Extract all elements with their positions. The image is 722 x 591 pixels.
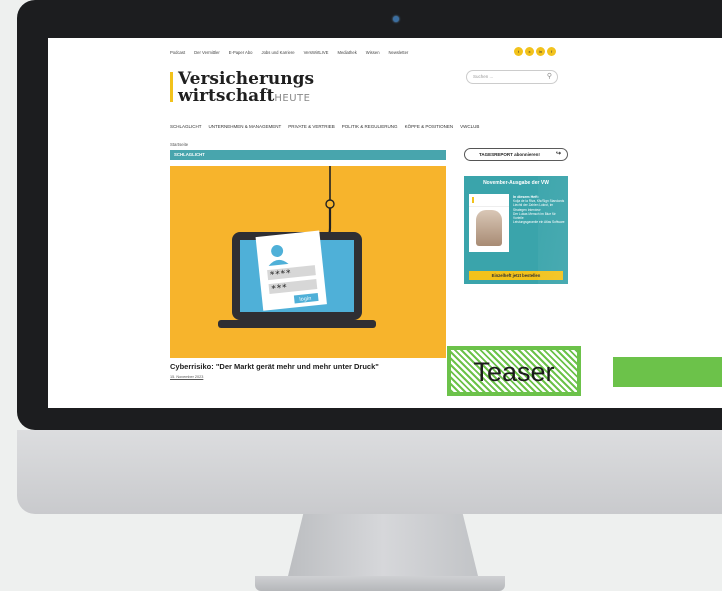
magazine-promo[interactable]: November-Ausgabe der VW In diesem Heft: … — [464, 176, 568, 284]
logo-line-2: wirtschaftHEUTE — [178, 86, 311, 106]
teaser-annotation: Teaser — [447, 346, 581, 396]
login-card: **** *** login — [255, 230, 327, 311]
login-button-label: login — [299, 296, 312, 303]
password-mask-2: *** — [271, 283, 288, 295]
search-icon[interactable]: ⚲ — [547, 72, 552, 80]
magazine-masthead — [469, 194, 509, 207]
promo-line: Leistungsgarantie ein Atlas Software — [513, 220, 565, 225]
phishing-laptop-illustration: **** *** login — [218, 166, 376, 328]
article-hero-image[interactable]: **** *** login — [170, 166, 446, 358]
xing-icon[interactable]: x — [525, 47, 534, 56]
search-placeholder: Suchen ... — [473, 74, 494, 79]
cursor-icon: ↪ — [555, 151, 561, 157]
main-nav-item[interactable]: SCHLAGLICHT — [170, 124, 202, 129]
top-nav-item[interactable]: Newsletter — [389, 50, 409, 55]
monitor-screen: Podcast Der Vermittler E-Paper Abo Jobs … — [48, 38, 722, 408]
main-nav-item[interactable]: UNTERNEHMEN & MANAGEMENT — [209, 124, 282, 129]
top-nav-item[interactable]: E-Paper Abo — [229, 50, 253, 55]
top-nav-item[interactable]: Mediathek — [337, 50, 356, 55]
twitter-icon[interactable]: t — [514, 47, 523, 56]
promo-line: Liechti der Zahlen Lokrot, im Strategen … — [513, 203, 554, 212]
order-issue-button[interactable]: Einzelheft jetzt bestellen — [469, 271, 563, 280]
top-nav-item[interactable]: VersWirtLIVE — [304, 50, 329, 55]
breadcrumb[interactable]: Startseite — [170, 142, 188, 147]
section-label: SCHLAGLICHT — [174, 152, 205, 157]
main-nav: SCHLAGLICHT UNTERNEHMEN & MANAGEMENT PRI… — [170, 124, 479, 129]
article-headline[interactable]: Cyberrisiko: "Der Markt gerät mehr und m… — [170, 362, 379, 371]
section-bar: SCHLAGLICHT — [170, 150, 446, 160]
teaser-pointer-bar — [613, 357, 722, 387]
camera-dot — [393, 16, 399, 22]
main-nav-item[interactable]: KÖPFE & POSITIONEN — [405, 124, 454, 129]
monitor-chin — [17, 430, 722, 514]
promo-text: In diesem Heft: Kolja de la Riva, Kfz/Si… — [513, 195, 565, 224]
social-icons: t x in f — [514, 47, 556, 56]
main-nav-item[interactable]: VWCLUB — [460, 124, 479, 129]
top-nav-item[interactable]: Jobs und Karriere — [262, 50, 295, 55]
facebook-icon[interactable]: f — [547, 47, 556, 56]
magazine-cover[interactable] — [469, 194, 509, 252]
top-nav-item[interactable]: Podcast — [170, 50, 185, 55]
main-nav-item[interactable]: POLITIK & REGULIERUNG — [342, 124, 398, 129]
top-nav: Podcast Der Vermittler E-Paper Abo Jobs … — [170, 50, 408, 55]
promo-title: November-Ausgabe der VW — [483, 180, 549, 186]
logo-accent-bar — [170, 72, 173, 102]
top-nav-item[interactable]: Wissen — [366, 50, 380, 55]
monitor-stand — [288, 514, 478, 576]
linkedin-icon[interactable]: in — [536, 47, 545, 56]
teaser-label: Teaser — [473, 357, 555, 387]
search-input[interactable]: Suchen ... ⚲ — [466, 70, 558, 84]
magazine-cover-photo — [476, 210, 502, 246]
monitor-stand-base — [255, 576, 505, 591]
promo-line: Der Lukas Mensch im Blue für Vorteile — [513, 211, 556, 221]
subscribe-button[interactable]: TAGESREPORT abonnieren! ↪ — [464, 148, 568, 161]
top-nav-item[interactable]: Der Vermittler — [194, 50, 220, 55]
article-date[interactable]: 15. November 2023 — [170, 375, 203, 379]
subscribe-label: TAGESREPORT abonnieren! — [479, 152, 540, 157]
laptop-base — [218, 320, 376, 328]
logo-suffix: HEUTE — [274, 93, 311, 104]
main-nav-item[interactable]: PRIVATE & VERTRIEB — [288, 124, 335, 129]
hook-eye — [325, 199, 335, 209]
